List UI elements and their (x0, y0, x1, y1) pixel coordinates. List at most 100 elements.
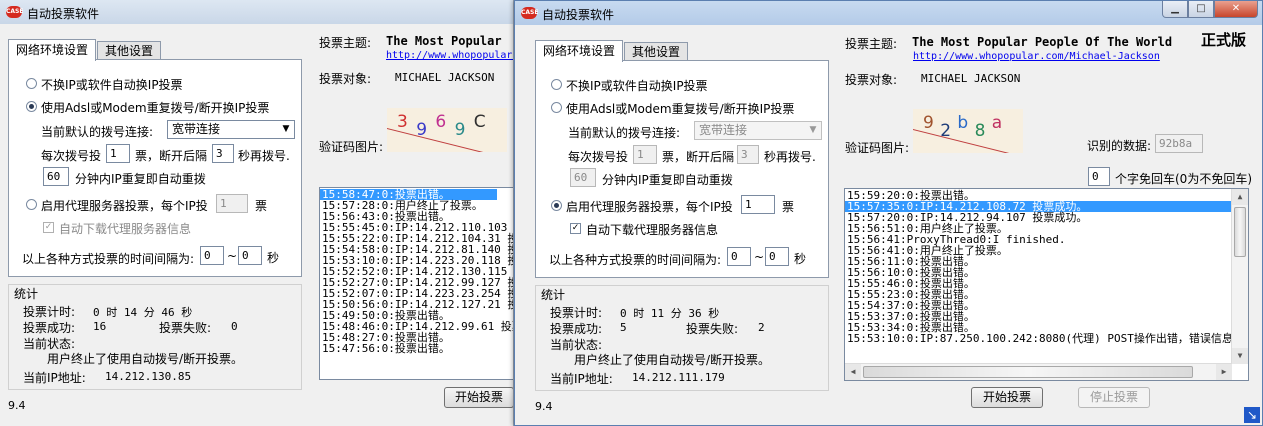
window-title: 自动投票软件 (542, 8, 615, 22)
interval-tilde: ~ (754, 250, 765, 264)
resize-grip-icon[interactable]: ↘ (1244, 407, 1260, 423)
maximize-icon[interactable]: □ (1188, 1, 1214, 18)
vote-topic-link[interactable]: http://www.whopopular. (386, 50, 513, 61)
radio-no-change-ip-label: 不换IP或软件自动换IP投票 (41, 78, 183, 92)
current-ip-value: 14.212.111.179 (632, 371, 725, 384)
free-return-label: 个字免回车(0为不免回车) (1115, 172, 1252, 186)
votes-unit-label: 票 (255, 199, 268, 213)
current-ip-label: 当前IP地址: (550, 372, 613, 386)
votes-per-dial-input[interactable]: 1 (633, 145, 657, 164)
start-vote-button[interactable]: 开始投票 (444, 387, 513, 408)
stats-heading: 统计 (14, 287, 39, 301)
wait-after-disconnect-label: 票，断开后隔 (662, 150, 735, 164)
scroll-thumb[interactable] (863, 366, 1193, 378)
scroll-down-icon[interactable]: ▼ (1232, 348, 1248, 364)
tab-network-settings[interactable]: 网络环境设置 (8, 39, 97, 61)
radio-proxy-server[interactable] (551, 200, 562, 211)
dial-connection-select[interactable]: 宽带连接 ▼ (167, 120, 295, 139)
scroll-left-icon[interactable]: ◀ (845, 364, 861, 380)
version-label: 9.4 (535, 400, 553, 413)
vote-target-value: MICHAEL JACKSON (395, 71, 495, 84)
minimize-icon[interactable]: ▁ (1162, 1, 1188, 18)
captcha-char: 2 (940, 121, 952, 141)
votes-per-ip-input[interactable]: 1 (216, 194, 248, 213)
recognized-data-field[interactable]: 92b8a (1155, 134, 1203, 153)
radio-proxy-server-label: 启用代理服务器投票，每个IP投 (566, 200, 733, 214)
interval-to-input[interactable]: 0 (238, 246, 262, 265)
network-settings-panel: 不换IP或软件自动换IP投票 使用Adsl或Modem重复拨号/断开换IP投票 … (8, 59, 302, 277)
interval-from-input[interactable]: 0 (200, 246, 224, 265)
captcha-image: 3969C (387, 108, 507, 152)
redial-wait-input[interactable]: 3 (737, 145, 759, 164)
interval-label: 以上各种方式投票的时间间隔为: (22, 252, 195, 266)
captcha-char: 8 (974, 121, 986, 141)
dial-connection-label: 当前默认的拨号连接: (41, 125, 154, 139)
log-horizontal-scrollbar[interactable]: ◀ ▶ (845, 363, 1232, 380)
vote-timer-value: 0 时 14 分 46 秒 (93, 306, 193, 319)
votes-unit-label: 票 (782, 200, 795, 214)
interval-to-input[interactable]: 0 (765, 247, 789, 266)
per-dial-label: 每次拨号投 (568, 150, 629, 164)
repeat-redial-label: 分钟内IP重复即自动重拨 (75, 172, 206, 186)
radio-adsl-redial[interactable] (551, 102, 562, 113)
vote-log-list[interactable]: 15:58:47:0:投票出错。 15:57:28:0:用户终止了投票。 15:56… (319, 187, 513, 380)
repeat-minutes-input[interactable]: 60 (570, 168, 596, 187)
auto-download-proxy-checkbox[interactable]: ✓ (43, 222, 54, 233)
vote-window-foreground[interactable]: CASE 自动投票软件 ▁ □ ✕ 网络环境设置 其他设置 不换IP或软件自动换… (514, 0, 1263, 426)
stop-vote-button[interactable]: 停止投票 (1078, 387, 1150, 408)
dial-connection-value: 宽带连接 (172, 122, 221, 136)
edition-badge: 正式版 (1201, 31, 1247, 49)
vote-target-value: MICHAEL JACKSON (921, 72, 1021, 85)
tab-network-settings[interactable]: 网络环境设置 (535, 40, 624, 62)
window-title: 自动投票软件 (27, 7, 100, 21)
start-vote-button[interactable]: 开始投票 (971, 387, 1043, 408)
vote-timer-label: 投票计时: (23, 305, 76, 319)
chevron-down-icon: ▼ (282, 124, 290, 134)
votes-per-ip-input[interactable]: 1 (741, 195, 775, 214)
scroll-right-icon[interactable]: ▶ (1216, 364, 1232, 380)
radio-adsl-redial-label: 使用Adsl或Modem重复拨号/断开换IP投票 (41, 101, 270, 115)
vote-target-label: 投票对象: (319, 72, 372, 86)
interval-from-input[interactable]: 0 (727, 247, 751, 266)
vote-success-value: 5 (620, 321, 627, 334)
auto-download-proxy-label: 自动下载代理服务器信息 (586, 223, 719, 237)
tab-other-settings[interactable]: 其他设置 (97, 41, 162, 61)
radio-proxy-server[interactable] (26, 199, 37, 210)
dial-connection-value: 宽带连接 (699, 123, 748, 137)
redial-seconds-label: 秒再拨号. (764, 150, 816, 164)
vote-topic-link[interactable]: http://www.whopopular.com/Michael-Jackso… (913, 51, 1160, 62)
vote-window-background[interactable]: CASE 自动投票软件 网络环境设置 其他设置 不换IP或软件自动换IP投票 使… (0, 0, 514, 426)
title-bar[interactable]: CASE 自动投票软件 ▁ □ ✕ (515, 1, 1262, 25)
window-controls: ▁ □ ✕ (1162, 1, 1258, 18)
radio-no-change-ip[interactable] (551, 79, 562, 90)
redial-wait-input[interactable]: 3 (212, 144, 234, 163)
dial-connection-label: 当前默认的拨号连接: (568, 126, 681, 140)
radio-proxy-server-label: 启用代理服务器投票，每个IP投 (41, 199, 208, 213)
log-vertical-scrollbar[interactable]: ▲ ▼ (1231, 189, 1248, 364)
interval-label: 以上各种方式投票的时间间隔为: (549, 253, 722, 267)
title-bar[interactable]: CASE 自动投票软件 (0, 0, 513, 24)
radio-adsl-redial[interactable] (26, 101, 37, 112)
close-icon[interactable]: ✕ (1214, 1, 1258, 18)
auto-download-proxy-checkbox[interactable]: ✓ (570, 223, 581, 234)
radio-no-change-ip-label: 不换IP或软件自动换IP投票 (566, 79, 708, 93)
current-status-value: 用户终止了使用自动拨号/断开投票。 (47, 352, 244, 366)
current-status-value: 用户终止了使用自动拨号/断开投票。 (574, 353, 771, 367)
scroll-thumb[interactable] (1234, 207, 1246, 257)
radio-no-change-ip[interactable] (26, 78, 37, 89)
votes-per-dial-input[interactable]: 1 (106, 144, 130, 163)
scroll-up-icon[interactable]: ▲ (1232, 189, 1248, 205)
chevron-down-icon: ▼ (809, 125, 817, 135)
dial-connection-select[interactable]: 宽带连接 ▼ (694, 121, 822, 140)
tab-other-settings[interactable]: 其他设置 (624, 42, 689, 62)
vote-log-list[interactable]: 15:59:20:0:投票出错。 15:57:35:0:IP:14.212.108… (844, 188, 1249, 381)
log-entry[interactable]: 15:53:10:0:IP:87.250.100.242:8080(代理) PO… (845, 333, 1244, 344)
vote-success-value: 16 (93, 320, 107, 333)
captcha-char: C (473, 112, 486, 132)
repeat-redial-label: 分钟内IP重复即自动重拨 (602, 173, 733, 187)
free-return-count-input[interactable]: 0 (1088, 167, 1110, 186)
radio-adsl-redial-label: 使用Adsl或Modem重复拨号/断开换IP投票 (566, 102, 795, 116)
stats-heading: 统计 (541, 288, 566, 302)
repeat-minutes-input[interactable]: 60 (43, 167, 69, 186)
log-entry[interactable]: 15:47:56:0:投票出错。 (320, 343, 497, 354)
